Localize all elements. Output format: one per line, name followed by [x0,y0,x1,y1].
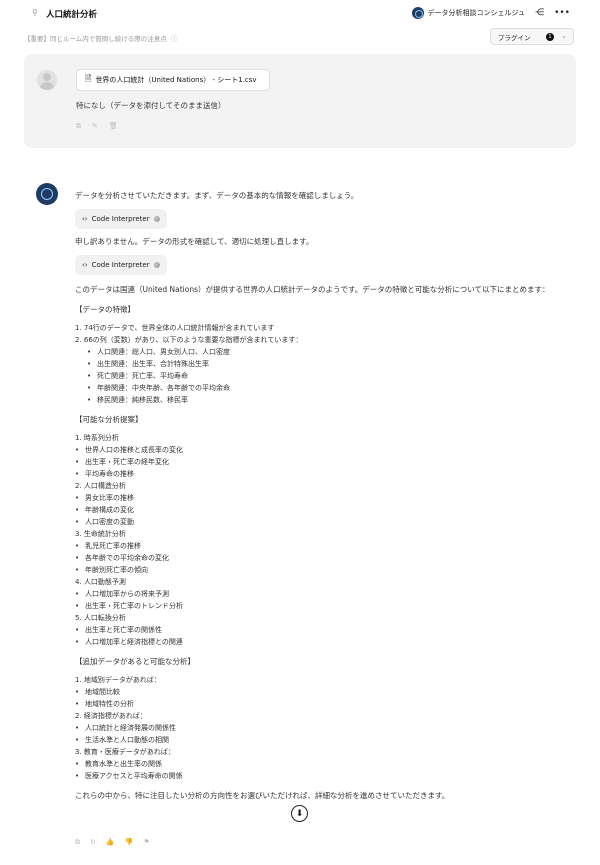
plugin-count-badge: 1 [546,33,554,41]
list-item: 出生関連：出生率、合計特殊出生率 [87,358,575,370]
extra-list: 人口統計と経済発展の関係性 生活水準と人口動態の相関 [75,722,575,746]
header-tools: データ分析相談コンシェルジュ ⋲ ••• [411,7,570,19]
code-icon: ‹› [82,261,88,269]
bot-message-actions: ⧉ ↻ 👍 👎 ⚑ [75,838,150,847]
bot-intro: データを分析させていただきます。まず、データの基本的な情報を確認しましょう。 [75,191,359,200]
user-avatar [37,70,57,90]
analysis-group: 2. 人口構造分析 [75,482,126,490]
extra-group: 2. 経済指標があれば： [75,712,147,720]
copy-icon[interactable]: ⧉ [75,838,80,847]
retry-icon[interactable]: ↻ [90,838,96,847]
list-item: 人口統計と経済発展の関係性 [75,722,575,734]
info-icon: ⓘ [170,35,178,43]
list-item: 地域間比較 [75,686,575,698]
list-item: 出生率と死亡率の関係性 [75,624,575,636]
copy-icon[interactable]: ⧉ [76,122,81,131]
sub-bar: 【重要】同じルーム内で質問し続ける際の注意点 ⓘ プラグイン 1 ⌄ [24,28,576,45]
extra-list: 地域間比較 地域特性の分析 [75,686,575,710]
flag-icon[interactable]: ⚑ [143,838,149,847]
extra-group: 3. 教育・医療データがあれば： [75,748,175,756]
analysis-list: 乳児死亡率の推移 各年齢での平均余命の変化 年齢別死亡率の傾向 [75,540,575,576]
bot-selector[interactable]: データ分析相談コンシェルジュ [411,7,526,19]
check-icon: ✓ [153,216,160,222]
bot-summary: このデータは国連（United Nations）が提供する世界の人口統計データの… [75,285,550,294]
notice-link[interactable]: 【重要】同じルーム内で質問し続ける際の注意点 ⓘ [24,33,177,43]
list-item: 人口増加率と経済指標との関連 [75,636,575,648]
top-bar: ⚲ 人口統計分析 データ分析相談コンシェルジュ ⋲ ••• [0,0,600,28]
analysis-heading: 【可能な分析提案】 [75,415,143,424]
extra-list: 教育水準と出生率の関係 医療アクセスと平均寿命の関係 [75,758,575,782]
list-item: 人口関連：総人口、男女別人口、人口密度 [87,346,575,358]
bot-apology: 申し訳ありません。データの形式を確認して、適切に処理し直します。 [75,237,314,246]
analysis-group: 5. 人口転換分析 [75,614,126,622]
code-interpreter-chip-2[interactable]: ‹› Code Interpreter ✓ [75,255,167,275]
file-icon: 🗎 [85,74,92,83]
list-item: 医療アクセスと平均寿命の関係 [75,770,575,782]
user-message-actions: ⧉ ✎ 🗑 [76,122,118,131]
bot-name: データ分析相談コンシェルジュ [427,9,526,17]
list-item: 人口密度の変動 [75,516,575,528]
room-title-area: ⚲ 人口統計分析 [32,8,98,20]
user-message-card: 🗎 世界の人口統計（United Nations） - シート1.csv 特にな… [24,54,576,148]
list-item: 平均寿命の推移 [75,468,575,480]
list-item: 移民関連：純移民数、移民率 [87,394,575,406]
bot-message: データを分析させていただきます。まず、データの基本的な情報を確認しましょう。 ‹… [75,190,575,802]
analysis-list: 人口増加率からの将来予測 出生率・死亡率のトレンド分析 [75,588,575,612]
thumbs-up-icon[interactable]: 👍 [106,838,115,847]
list-item: 乳児死亡率の推移 [75,540,575,552]
attached-file-chip[interactable]: 🗎 世界の人口統計（United Nations） - シート1.csv [76,69,270,91]
analysis-list: 世界人口の推移と成長率の変化 出生率・死亡率の経年変化 平均寿命の推移 [75,444,575,480]
notice-text: 【重要】同じルーム内で質問し続ける際の注意点 [24,35,167,43]
list-item: 年齢関連：中央年齢、各年齢での平均余命 [87,382,575,394]
list-item: 年齢別死亡率の傾向 [75,564,575,576]
list-item: 各年齢での平均余命の変化 [75,552,575,564]
list-item: 世界人口の推移と成長率の変化 [75,444,575,456]
chevron-down-icon: ⌄ [561,32,567,40]
bot-closing: これらの中から、特に注目したい分析の方向性をお選びいただければ、詳細な分析を進め… [75,791,450,800]
share-icon[interactable]: ⋲ [535,8,544,18]
list-item: 出生率・死亡率の経年変化 [75,456,575,468]
list-item: 年齢構成の変化 [75,504,575,516]
chat-bubble-icon: ⚲ [32,8,38,17]
feature-item: 2. 66の列（変数）があり、以下のような重要な指標が含まれています： [75,336,303,344]
plugin-label: プラグイン [498,33,531,42]
analysis-group: 3. 生命統計分析 [75,530,126,538]
analysis-group: 4. 人口動態予測 [75,578,126,586]
list-item: 生活水準と人口動態の相関 [75,734,575,746]
user-message-text: 特になし（データを添付してそのまま送信） [76,101,226,110]
tool-label: Code Interpreter [91,215,150,223]
code-icon: ‹› [82,215,88,223]
list-item: 死亡関連：死亡率、平均寿命 [87,370,575,382]
list-item: 出生率・死亡率のトレンド分析 [75,600,575,612]
more-options-icon[interactable]: ••• [554,8,570,18]
room-title: 人口統計分析 [46,10,98,20]
bot-avatar-icon [411,7,424,19]
list-item: 男女比率の推移 [75,492,575,504]
list-item: 人口増加率からの将来予測 [75,588,575,600]
extra-heading: 【追加データがあると可能な分析】 [75,657,195,666]
plugin-dropdown[interactable]: プラグイン 1 ⌄ [490,28,574,45]
feature-item: 1. 74行のデータで、世界全体の人口統計情報が含まれています [75,324,275,332]
thumbs-down-icon[interactable]: 👎 [125,838,134,847]
list-item: 教育水準と出生率の関係 [75,758,575,770]
features-heading: 【データの特徴】 [75,305,135,314]
code-interpreter-chip-1[interactable]: ‹› Code Interpreter ✓ [75,209,167,229]
scroll-to-bottom-button[interactable]: ⬇ [291,805,308,822]
check-icon: ✓ [153,262,160,268]
trash-icon[interactable]: 🗑 [109,122,118,131]
analysis-group: 1. 時系列分析 [75,434,119,442]
file-name: 世界の人口統計（United Nations） - シート1.csv [95,76,257,84]
bot-avatar [36,183,58,205]
arrow-down-icon: ⬇ [295,808,304,819]
analysis-list: 出生率と死亡率の関係性 人口増加率と経済指標との関連 [75,624,575,648]
list-item: 地域特性の分析 [75,698,575,710]
tool-label: Code Interpreter [91,261,150,269]
feature-sub-list: 人口関連：総人口、男女別人口、人口密度 出生関連：出生率、合計特殊出生率 死亡関… [87,346,575,406]
analysis-list: 男女比率の推移 年齢構成の変化 人口密度の変動 [75,492,575,528]
edit-icon[interactable]: ✎ [92,122,98,131]
extra-group: 1. 地域別データがあれば： [75,676,161,684]
